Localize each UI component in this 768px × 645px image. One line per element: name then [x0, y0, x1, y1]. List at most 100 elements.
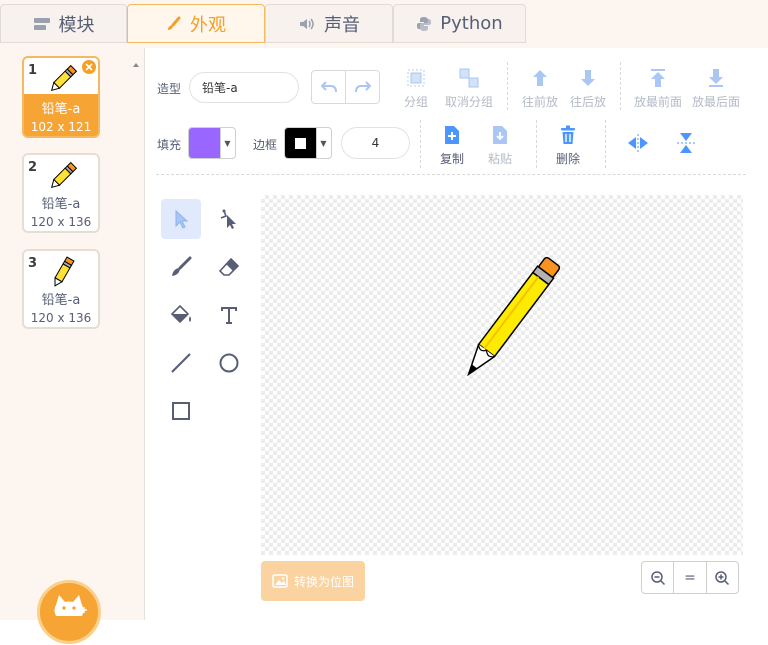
copy-button[interactable]: 复制 — [436, 123, 468, 167]
send-to-back-button[interactable]: 放最后面 — [690, 66, 742, 110]
line-tool[interactable] — [161, 343, 201, 383]
costume-item-3[interactable]: 3 铅笔-a 120 x 136 — [22, 249, 100, 329]
tab-blocks[interactable]: 模块 — [0, 4, 127, 43]
costume-name-label: 造型 — [157, 80, 181, 97]
costume-size: 120 x 136 — [24, 215, 98, 229]
pencil-drawing — [261, 195, 743, 555]
tab-label: 声音 — [324, 11, 360, 37]
zoom-reset-button[interactable]: = — [673, 562, 705, 593]
fill-swatch — [189, 128, 220, 158]
chevron-down-icon: ▼ — [316, 128, 330, 158]
convert-to-bitmap-button[interactable]: 转换为位图 — [261, 561, 365, 601]
copy-icon — [442, 123, 462, 147]
outline-width-input[interactable]: 4 — [341, 127, 410, 159]
zoom-out-button[interactable] — [642, 562, 673, 593]
costume-name: 铅笔-a — [24, 98, 98, 117]
trash-icon — [558, 123, 578, 147]
costume-name-input[interactable]: 铅笔-a — [189, 72, 299, 103]
costume-number: 3 — [28, 256, 37, 271]
costume-size: 102 x 121 — [24, 120, 98, 134]
arrow-down-icon — [577, 66, 599, 90]
toolbar-separator — [156, 174, 746, 175]
paste-button[interactable]: 粘贴 — [484, 123, 516, 167]
undo-redo-group — [311, 70, 380, 104]
fill-label: 填充 — [157, 136, 181, 153]
forward-button[interactable]: 往前放 — [520, 66, 560, 110]
redo-icon — [355, 81, 371, 93]
tab-label: 模块 — [59, 11, 95, 37]
circle-icon — [218, 352, 240, 374]
rectangle-icon — [170, 400, 192, 422]
circle-tool[interactable] — [209, 343, 249, 383]
tab-bar: 模块 外观 声音 Python — [0, 0, 768, 48]
add-costume-button[interactable] — [37, 580, 101, 644]
flip-horizontal-button[interactable] — [624, 131, 652, 158]
brush-icon — [170, 256, 192, 278]
drawing-canvas[interactable] — [261, 195, 743, 555]
group-icon — [405, 66, 427, 90]
tab-label: Python — [440, 13, 502, 34]
rectangle-tool[interactable] — [161, 391, 201, 431]
reshape-tool[interactable] — [209, 199, 249, 239]
costume-name: 铅笔-a — [24, 289, 98, 308]
undo-button[interactable] — [312, 71, 346, 103]
pencil-thumbnail — [46, 255, 80, 293]
pencil-thumbnail — [46, 159, 80, 197]
speaker-icon — [298, 17, 316, 31]
scroll-up-icon[interactable] — [131, 54, 141, 62]
toolbar-divider — [420, 120, 421, 168]
outline-swatch — [285, 128, 316, 158]
chevron-down-icon: ▼ — [220, 128, 234, 158]
ungroup-button[interactable]: 取消分组 — [444, 66, 494, 110]
toolbar-divider — [536, 120, 537, 168]
toolbar-divider — [620, 62, 621, 110]
zoom-controls: = — [641, 561, 739, 594]
cat-icon — [40, 583, 98, 641]
tab-sounds[interactable]: 声音 — [265, 4, 393, 43]
flip-vertical-icon — [676, 131, 696, 155]
zoom-out-icon — [650, 570, 666, 586]
image-icon — [272, 574, 288, 588]
outline-color-dropdown[interactable]: ▼ — [284, 127, 332, 159]
costume-name: 铅笔-a — [24, 193, 98, 212]
costume-item-1[interactable]: 1 铅笔-a 102 x 121 — [22, 56, 100, 138]
zoom-in-button[interactable] — [706, 562, 738, 593]
to-back-icon — [705, 66, 727, 90]
flip-horizontal-icon — [626, 131, 650, 155]
python-icon — [416, 16, 432, 32]
eraser-tool[interactable] — [209, 247, 249, 287]
bucket-icon — [169, 304, 193, 326]
fill-tool[interactable] — [161, 295, 201, 335]
costume-size: 120 x 136 — [24, 311, 98, 325]
text-icon — [219, 305, 239, 325]
arrow-up-icon — [529, 66, 551, 90]
group-button[interactable]: 分组 — [400, 66, 432, 110]
line-icon — [170, 352, 192, 374]
select-tool[interactable] — [161, 199, 201, 239]
toolbar-divider — [605, 120, 606, 168]
ungroup-icon — [458, 66, 480, 90]
delete-costume-icon[interactable] — [82, 60, 96, 74]
bring-to-front-button[interactable]: 放最前面 — [632, 66, 684, 110]
flip-vertical-button[interactable] — [672, 131, 700, 158]
outline-label: 边框 — [253, 136, 277, 153]
brush-tool[interactable] — [161, 247, 201, 287]
delete-button[interactable]: 删除 — [552, 123, 584, 167]
backward-button[interactable]: 往后放 — [568, 66, 608, 110]
eraser-icon — [218, 256, 240, 278]
zoom-in-icon — [714, 570, 730, 586]
tab-python[interactable]: Python — [393, 4, 526, 43]
pencil-thumbnail — [46, 62, 80, 100]
blocks-icon — [33, 17, 51, 31]
undo-icon — [321, 81, 337, 93]
fill-color-dropdown[interactable]: ▼ — [188, 127, 236, 159]
redo-button[interactable] — [346, 71, 379, 103]
costume-item-2[interactable]: 2 铅笔-a 120 x 136 — [22, 153, 100, 233]
tab-costumes[interactable]: 外观 — [127, 4, 265, 43]
text-tool[interactable] — [209, 295, 249, 335]
pointer-icon — [172, 209, 190, 229]
tab-label: 外观 — [190, 11, 226, 37]
brush-icon — [166, 16, 182, 32]
to-front-icon — [647, 66, 669, 90]
costume-number: 1 — [28, 63, 37, 78]
